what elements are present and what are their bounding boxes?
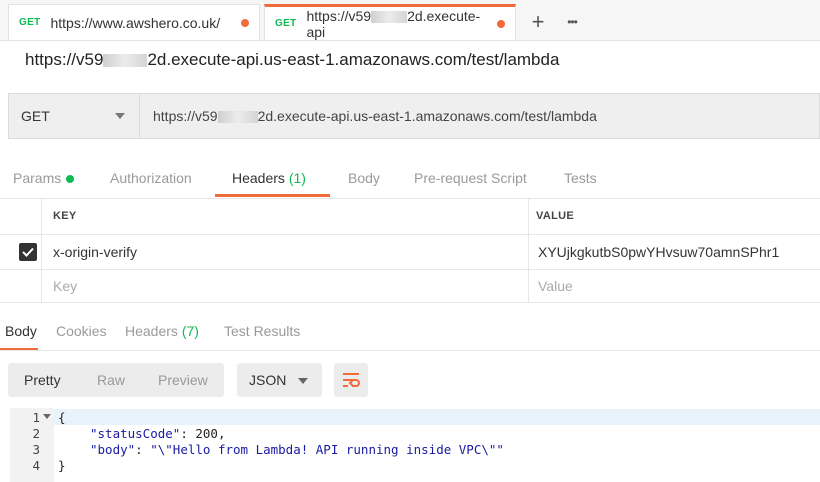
checkmark-icon <box>22 247 34 257</box>
chevron-down-icon <box>115 113 125 119</box>
tab-authorization[interactable]: Authorization <box>110 170 192 186</box>
method-value: GET <box>21 108 50 124</box>
divider <box>0 350 820 351</box>
chevron-down-icon <box>298 378 308 384</box>
wrap-lines-icon <box>343 373 360 387</box>
response-tab-headers[interactable]: Headers (7) <box>125 323 199 339</box>
tab-method-badge: GET <box>19 17 41 28</box>
request-tab-awshero[interactable]: GET https://www.awshero.co.uk/ <box>8 4 260 40</box>
request-tab-execute-api[interactable]: GET https://v59 2d.execute-api <box>264 4 516 40</box>
fold-caret-icon[interactable] <box>43 414 51 419</box>
language-value: JSON <box>249 372 287 388</box>
code-line-1: { <box>58 410 66 425</box>
response-tab-cookies[interactable]: Cookies <box>56 323 107 339</box>
tab-tests[interactable]: Tests <box>564 170 597 186</box>
redacted-block <box>217 111 258 124</box>
format-pretty-button[interactable]: Pretty <box>24 372 61 388</box>
new-value-input[interactable]: Value <box>538 278 573 294</box>
code-line-4: } <box>58 458 66 473</box>
format-preview-button[interactable]: Preview <box>158 372 208 388</box>
unsaved-dot-icon <box>241 18 249 27</box>
language-select[interactable]: JSON <box>237 363 322 397</box>
redacted-block <box>103 54 148 68</box>
request-title: https://v59 2d.execute-api.us-east-1.amaz… <box>25 50 560 69</box>
tab-label: https://v59 2d.execute-api <box>306 7 481 40</box>
line-number: 4 <box>32 458 40 473</box>
active-line-highlight <box>54 409 820 425</box>
new-tab-button[interactable]: + <box>522 4 554 40</box>
table-row-new: Key Value <box>0 270 820 303</box>
url-input[interactable]: https://v59 2d.execute-api.us-east-1.amaz… <box>153 108 597 124</box>
code-line-3: "body": "\"Hello from Lambda! API runnin… <box>90 442 504 457</box>
active-tab-underline <box>215 194 330 197</box>
line-number: 2 <box>32 426 40 441</box>
method-select[interactable]: GET <box>8 93 140 139</box>
line-number: 3 <box>32 442 40 457</box>
code-line-2: "statusCode": 200, <box>90 426 226 441</box>
tab-headers[interactable]: Headers (1) <box>232 170 306 186</box>
response-tab-body[interactable]: Body <box>5 323 37 339</box>
headers-table-header: KEY VALUE <box>0 198 820 235</box>
format-raw-button[interactable]: Raw <box>97 372 125 388</box>
header-value-cell[interactable]: XYUjkgkutbS0pwYHvsuw70amnSPhr1 <box>538 244 779 260</box>
tab-body[interactable]: Body <box>348 170 380 186</box>
header-key-cell[interactable]: x-origin-verify <box>53 244 137 260</box>
table-row: x-origin-verify XYUjkgkutbS0pwYHvsuw70am… <box>0 235 820 270</box>
line-number: 1 <box>32 410 40 425</box>
tab-label: https://www.awshero.co.uk/ <box>50 14 221 31</box>
redacted-block <box>371 10 408 23</box>
wrap-lines-button[interactable] <box>334 363 368 397</box>
tab-pre-request-script[interactable]: Pre-request Script <box>414 170 527 186</box>
col-value: VALUE <box>536 210 574 222</box>
params-indicator-dot-icon <box>66 175 75 184</box>
more-tabs-button[interactable]: ••• <box>556 4 588 40</box>
new-key-input[interactable]: Key <box>53 278 77 294</box>
col-key: KEY <box>53 210 77 222</box>
unsaved-dot-icon <box>497 19 505 28</box>
response-tab-test-results[interactable]: Test Results <box>224 323 300 339</box>
response-headers-count: (7) <box>181 323 199 339</box>
tab-params[interactable]: Params <box>13 170 75 186</box>
headers-count: (1) <box>288 170 306 186</box>
header-enabled-checkbox[interactable] <box>19 243 37 261</box>
tab-method-badge: GET <box>275 18 297 29</box>
